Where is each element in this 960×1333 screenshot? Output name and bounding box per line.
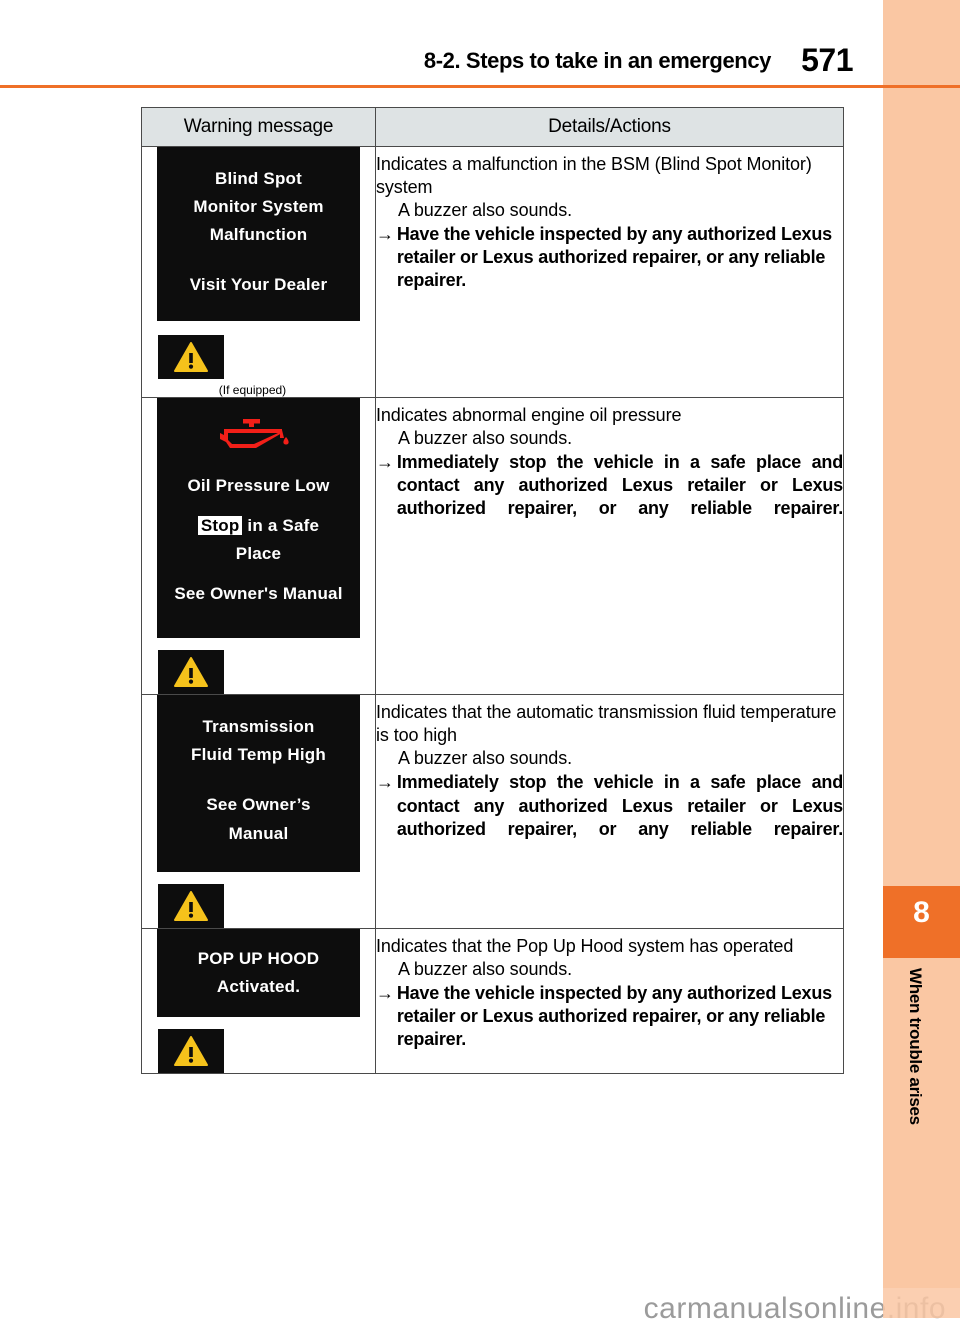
instrument-display-panel: POP UP HOOD Activated. xyxy=(157,928,360,1017)
page-header: 8-2. Steps to take in an emergency 571 xyxy=(0,42,883,86)
display-spacer xyxy=(157,568,360,580)
warning-message-cell: Blind Spot Monitor System Malfunction Vi… xyxy=(141,145,376,399)
arrow-icon: → xyxy=(376,452,394,473)
details-sub-text: A buzzer also sounds. xyxy=(398,428,573,449)
table-row: POP UP HOOD Activated. Indicates that th… xyxy=(141,927,844,1074)
warning-indicator-tile xyxy=(158,650,224,695)
column-header-details-actions: Details/Actions xyxy=(375,107,844,147)
details-action: → Immediately stop the vehicle in a safe… xyxy=(376,771,843,863)
oil-pressure-icon xyxy=(216,416,302,456)
display-line: Fluid Temp High xyxy=(191,745,326,765)
chapter-number: 8 xyxy=(913,896,930,929)
display-spacer xyxy=(157,769,360,791)
arrow-icon: → xyxy=(376,224,394,245)
table-row: Transmission Fluid Temp High See Owner’s… xyxy=(141,694,844,929)
stop-chip: Stop xyxy=(197,516,243,536)
display-line: Blind Spot xyxy=(215,169,302,188)
details-block: Indicates that the Pop Up Hood system ha… xyxy=(376,929,843,1057)
details-sub-text: A buzzer also sounds. xyxy=(398,748,573,769)
warning-message-table: Warning message Details/Actions Blind Sp… xyxy=(141,107,844,1074)
column-header-warning-message: Warning message xyxy=(141,107,376,147)
warning-message-cell: Transmission Fluid Temp High See Owner’s… xyxy=(141,694,376,929)
display-line-stop: Stop in a Safe xyxy=(157,512,360,540)
header-divider xyxy=(0,85,960,88)
details-block: Indicates abnormal engine oil pressure A… xyxy=(376,398,843,549)
details-action-text: Have the vehicle inspected by any author… xyxy=(396,982,832,1049)
oil-can-icon xyxy=(219,419,289,449)
instrument-display-panel: Blind Spot Monitor System Malfunction Vi… xyxy=(157,147,360,322)
instrument-display-panel: Oil Pressure Low Stop in a Safe Place Se… xyxy=(157,398,360,639)
details-action: → Immediately stop the vehicle in a safe… xyxy=(376,451,843,543)
details-action-text: Immediately stop the vehicle in a safe p… xyxy=(396,772,843,839)
details-actions-cell: Indicates abnormal engine oil pressure A… xyxy=(375,397,844,696)
chapter-title-text: When trouble arises xyxy=(906,968,925,1125)
display-line: Oil Pressure Low xyxy=(187,476,330,496)
details-block: Indicates a malfunction in the BSM (Blin… xyxy=(376,147,843,298)
warning-indicator-tile xyxy=(158,1028,224,1073)
display-line: Visit Your Dealer xyxy=(189,275,328,295)
warning-indicator-tile xyxy=(158,335,224,380)
warning-indicator-tile xyxy=(158,883,224,928)
display-line: See Owner's Manual xyxy=(174,584,343,604)
display-line: POP UP HOOD xyxy=(197,948,320,968)
table-header-row: Warning message Details/Actions xyxy=(141,107,844,147)
details-sub-text: A buzzer also sounds. xyxy=(398,200,573,221)
details-lead-text: Indicates a malfunction in the BSM (Blin… xyxy=(376,154,812,198)
chapter-title: When trouble arises xyxy=(883,968,960,1218)
instrument-display-panel: Transmission Fluid Temp High See Owner’s… xyxy=(157,695,360,872)
display-line: Manual xyxy=(228,823,289,843)
warning-message-cell: POP UP HOOD Activated. xyxy=(141,927,376,1074)
details-action-text: Immediately stop the vehicle in a safe p… xyxy=(396,452,843,519)
details-actions-cell: Indicates that the Pop Up Hood system ha… xyxy=(375,927,844,1074)
display-line: Monitor System xyxy=(193,197,324,217)
display-spacer xyxy=(157,249,360,271)
table-row: Oil Pressure Low Stop in a Safe Place Se… xyxy=(141,397,844,696)
details-actions-cell: Indicates a malfunction in the BSM (Blin… xyxy=(375,145,844,399)
details-action-text: Have the vehicle inspected by any author… xyxy=(396,224,832,291)
stop-rest-text: in a Safe xyxy=(242,516,320,536)
details-action: → Have the vehicle inspected by any auth… xyxy=(376,223,843,292)
warning-triangle-icon xyxy=(174,342,208,373)
display-line: See Owner’s xyxy=(206,795,311,815)
display-line: Transmission xyxy=(202,717,315,737)
details-sub-text: A buzzer also sounds. xyxy=(398,958,573,979)
details-action: → Have the vehicle inspected by any auth… xyxy=(376,982,843,1051)
details-actions-cell: Indicates that the automatic transmissio… xyxy=(375,694,844,929)
display-line: Place xyxy=(235,544,282,564)
details-lead-text: Indicates abnormal engine oil pressure xyxy=(376,405,682,426)
warning-triangle-icon xyxy=(174,890,208,921)
watermark-peach-overlay xyxy=(883,1288,960,1318)
if-equipped-note: (If equipped) xyxy=(218,383,287,398)
details-lead-text: Indicates that the Pop Up Hood system ha… xyxy=(376,935,794,956)
table-row: Blind Spot Monitor System Malfunction Vi… xyxy=(141,145,844,399)
warning-triangle-icon xyxy=(174,1035,208,1066)
arrow-icon: → xyxy=(376,772,394,793)
details-lead-text: Indicates that the automatic transmissio… xyxy=(376,702,837,746)
display-line: Activated. xyxy=(216,976,301,996)
details-block: Indicates that the automatic transmissio… xyxy=(376,695,843,869)
display-spacer xyxy=(157,500,360,512)
arrow-icon: → xyxy=(376,982,394,1003)
warning-message-cell: Oil Pressure Low Stop in a Safe Place Se… xyxy=(141,397,376,696)
warning-triangle-icon xyxy=(174,657,208,688)
display-line: Malfunction xyxy=(209,225,308,245)
watermark-bar: carmanualsonline.info xyxy=(0,1288,960,1333)
section-title: 8-2. Steps to take in an emergency xyxy=(423,48,771,73)
page-number: 571 xyxy=(801,42,853,78)
